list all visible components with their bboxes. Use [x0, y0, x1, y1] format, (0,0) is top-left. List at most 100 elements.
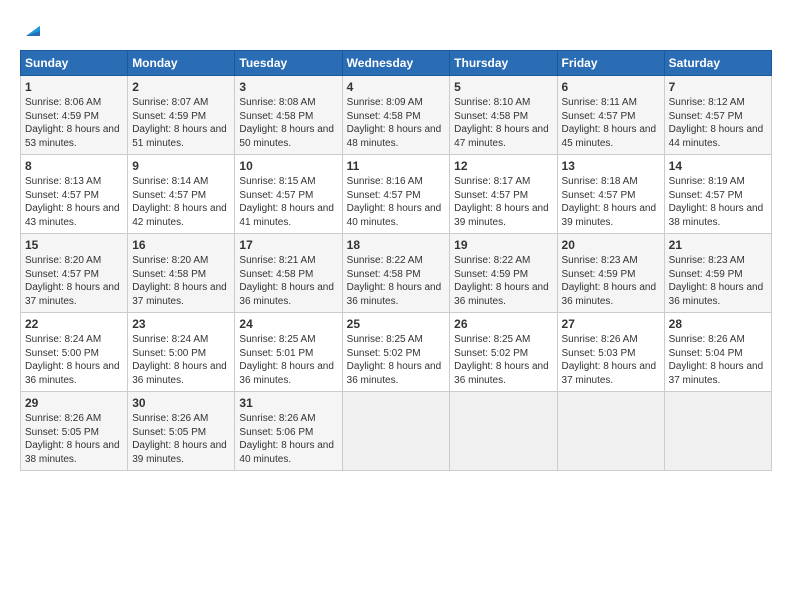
- day-number: 24: [239, 317, 337, 331]
- day-number: 21: [669, 238, 767, 252]
- page: SundayMondayTuesdayWednesdayThursdayFrid…: [0, 0, 792, 612]
- day-info: Sunrise: 8:23 AMSunset: 4:59 PMDaylight:…: [669, 254, 767, 308]
- day-header-wednesday: Wednesday: [342, 51, 450, 76]
- day-number: 5: [454, 80, 552, 94]
- calendar-cell: 31 Sunrise: 8:26 AMSunset: 5:06 PMDayligh…: [235, 392, 342, 471]
- calendar-cell: 1 Sunrise: 8:06 AMSunset: 4:59 PMDaylight…: [21, 76, 128, 155]
- calendar-cell: 24 Sunrise: 8:25 AMSunset: 5:01 PMDayligh…: [235, 313, 342, 392]
- calendar-cell: 14 Sunrise: 8:19 AMSunset: 4:57 PMDayligh…: [664, 155, 771, 234]
- day-number: 6: [562, 80, 660, 94]
- day-number: 11: [347, 159, 446, 173]
- day-info: Sunrise: 8:12 AMSunset: 4:57 PMDaylight:…: [669, 96, 767, 150]
- day-number: 9: [132, 159, 230, 173]
- day-number: 12: [454, 159, 552, 173]
- day-info: Sunrise: 8:07 AMSunset: 4:59 PMDaylight:…: [132, 96, 230, 150]
- day-info: Sunrise: 8:19 AMSunset: 4:57 PMDaylight:…: [669, 175, 767, 229]
- day-info: Sunrise: 8:21 AMSunset: 4:58 PMDaylight:…: [239, 254, 337, 308]
- day-number: 31: [239, 396, 337, 410]
- calendar-cell: 5 Sunrise: 8:10 AMSunset: 4:58 PMDaylight…: [450, 76, 557, 155]
- day-number: 26: [454, 317, 552, 331]
- calendar-cell: 10Sunrise: 8:15 AMSunset: 4:57 PMDayligh…: [235, 155, 342, 234]
- day-number: 8: [25, 159, 123, 173]
- calendar-header-row: SundayMondayTuesdayWednesdayThursdayFrid…: [21, 51, 772, 76]
- day-info: Sunrise: 8:24 AMSunset: 5:00 PMDaylight:…: [132, 333, 230, 387]
- calendar-cell: [664, 392, 771, 471]
- day-info: Sunrise: 8:11 AMSunset: 4:57 PMDaylight:…: [562, 96, 660, 150]
- day-number: 27: [562, 317, 660, 331]
- day-number: 14: [669, 159, 767, 173]
- day-header-thursday: Thursday: [450, 51, 557, 76]
- day-info: Sunrise: 8:25 AMSunset: 5:01 PMDaylight:…: [239, 333, 337, 387]
- calendar-cell: 8 Sunrise: 8:13 AMSunset: 4:57 PMDaylight…: [21, 155, 128, 234]
- day-info: Sunrise: 8:15 AMSunset: 4:57 PMDaylight:…: [239, 175, 337, 229]
- logo-icon: [22, 18, 44, 40]
- calendar-cell: 12 Sunrise: 8:17 AMSunset: 4:57 PMDayligh…: [450, 155, 557, 234]
- day-info: Sunrise: 8:25 AMSunset: 5:02 PMDaylight:…: [454, 333, 552, 387]
- day-number: 3: [239, 80, 337, 94]
- calendar-cell: 19 Sunrise: 8:22 AMSunset: 4:59 PMDayligh…: [450, 234, 557, 313]
- day-info: Sunrise: 8:23 AMSunset: 4:59 PMDaylight:…: [562, 254, 660, 308]
- day-number: 19: [454, 238, 552, 252]
- day-header-saturday: Saturday: [664, 51, 771, 76]
- calendar-week-row: 8 Sunrise: 8:13 AMSunset: 4:57 PMDaylight…: [21, 155, 772, 234]
- day-info: Sunrise: 8:26 AMSunset: 5:05 PMDaylight:…: [25, 412, 123, 466]
- day-info: Sunrise: 8:26 AMSunset: 5:03 PMDaylight:…: [562, 333, 660, 387]
- calendar-cell: 11 Sunrise: 8:16 AMSunset: 4:57 PMDayligh…: [342, 155, 450, 234]
- day-number: 1: [25, 80, 123, 94]
- day-info: Sunrise: 8:20 AMSunset: 4:57 PMDaylight:…: [25, 254, 123, 308]
- calendar-cell: 21 Sunrise: 8:23 AMSunset: 4:59 PMDayligh…: [664, 234, 771, 313]
- calendar-cell: 20 Sunrise: 8:23 AMSunset: 4:59 PMDayligh…: [557, 234, 664, 313]
- day-header-tuesday: Tuesday: [235, 51, 342, 76]
- calendar-cell: 7 Sunrise: 8:12 AMSunset: 4:57 PMDaylight…: [664, 76, 771, 155]
- day-info: Sunrise: 8:18 AMSunset: 4:57 PMDaylight:…: [562, 175, 660, 229]
- calendar-week-row: 22Sunrise: 8:24 AMSunset: 5:00 PMDayligh…: [21, 313, 772, 392]
- calendar-cell: 27 Sunrise: 8:26 AMSunset: 5:03 PMDayligh…: [557, 313, 664, 392]
- calendar-body: 1 Sunrise: 8:06 AMSunset: 4:59 PMDaylight…: [21, 76, 772, 471]
- day-info: Sunrise: 8:25 AMSunset: 5:02 PMDaylight:…: [347, 333, 446, 387]
- day-info: Sunrise: 8:10 AMSunset: 4:58 PMDaylight:…: [454, 96, 552, 150]
- calendar-cell: 22Sunrise: 8:24 AMSunset: 5:00 PMDayligh…: [21, 313, 128, 392]
- day-info: Sunrise: 8:09 AMSunset: 4:58 PMDaylight:…: [347, 96, 446, 150]
- calendar-cell: 18 Sunrise: 8:22 AMSunset: 4:58 PMDayligh…: [342, 234, 450, 313]
- day-number: 23: [132, 317, 230, 331]
- day-number: 2: [132, 80, 230, 94]
- day-number: 25: [347, 317, 446, 331]
- day-info: Sunrise: 8:22 AMSunset: 4:58 PMDaylight:…: [347, 254, 446, 308]
- day-info: Sunrise: 8:26 AMSunset: 5:06 PMDaylight:…: [239, 412, 337, 466]
- day-number: 29: [25, 396, 123, 410]
- logo-text: [20, 18, 44, 40]
- calendar-cell: [342, 392, 450, 471]
- calendar-cell: 4 Sunrise: 8:09 AMSunset: 4:58 PMDaylight…: [342, 76, 450, 155]
- day-number: 16: [132, 238, 230, 252]
- day-number: 15: [25, 238, 123, 252]
- calendar-cell: 28Sunrise: 8:26 AMSunset: 5:04 PMDayligh…: [664, 313, 771, 392]
- day-number: 20: [562, 238, 660, 252]
- calendar-cell: 29 Sunrise: 8:26 AMSunset: 5:05 PMDayligh…: [21, 392, 128, 471]
- day-number: 13: [562, 159, 660, 173]
- day-number: 18: [347, 238, 446, 252]
- day-info: Sunrise: 8:13 AMSunset: 4:57 PMDaylight:…: [25, 175, 123, 229]
- day-info: Sunrise: 8:06 AMSunset: 4:59 PMDaylight:…: [25, 96, 123, 150]
- calendar-cell: 2 Sunrise: 8:07 AMSunset: 4:59 PMDaylight…: [128, 76, 235, 155]
- calendar-week-row: 1 Sunrise: 8:06 AMSunset: 4:59 PMDaylight…: [21, 76, 772, 155]
- day-number: 28: [669, 317, 767, 331]
- calendar-cell: 23 Sunrise: 8:24 AMSunset: 5:00 PMDayligh…: [128, 313, 235, 392]
- calendar-cell: 16Sunrise: 8:20 AMSunset: 4:58 PMDayligh…: [128, 234, 235, 313]
- calendar-cell: 15 Sunrise: 8:20 AMSunset: 4:57 PMDayligh…: [21, 234, 128, 313]
- header: [20, 18, 772, 40]
- calendar-cell: [557, 392, 664, 471]
- day-header-friday: Friday: [557, 51, 664, 76]
- calendar-cell: 25 Sunrise: 8:25 AMSunset: 5:02 PMDayligh…: [342, 313, 450, 392]
- day-info: Sunrise: 8:22 AMSunset: 4:59 PMDaylight:…: [454, 254, 552, 308]
- calendar-cell: 9 Sunrise: 8:14 AMSunset: 4:57 PMDaylight…: [128, 155, 235, 234]
- calendar-cell: 30Sunrise: 8:26 AMSunset: 5:05 PMDayligh…: [128, 392, 235, 471]
- day-info: Sunrise: 8:24 AMSunset: 5:00 PMDaylight:…: [25, 333, 123, 387]
- day-info: Sunrise: 8:14 AMSunset: 4:57 PMDaylight:…: [132, 175, 230, 229]
- calendar-cell: 26 Sunrise: 8:25 AMSunset: 5:02 PMDayligh…: [450, 313, 557, 392]
- day-number: 4: [347, 80, 446, 94]
- day-info: Sunrise: 8:08 AMSunset: 4:58 PMDaylight:…: [239, 96, 337, 150]
- day-info: Sunrise: 8:17 AMSunset: 4:57 PMDaylight:…: [454, 175, 552, 229]
- day-info: Sunrise: 8:16 AMSunset: 4:57 PMDaylight:…: [347, 175, 446, 229]
- calendar-cell: 17Sunrise: 8:21 AMSunset: 4:58 PMDayligh…: [235, 234, 342, 313]
- day-number: 7: [669, 80, 767, 94]
